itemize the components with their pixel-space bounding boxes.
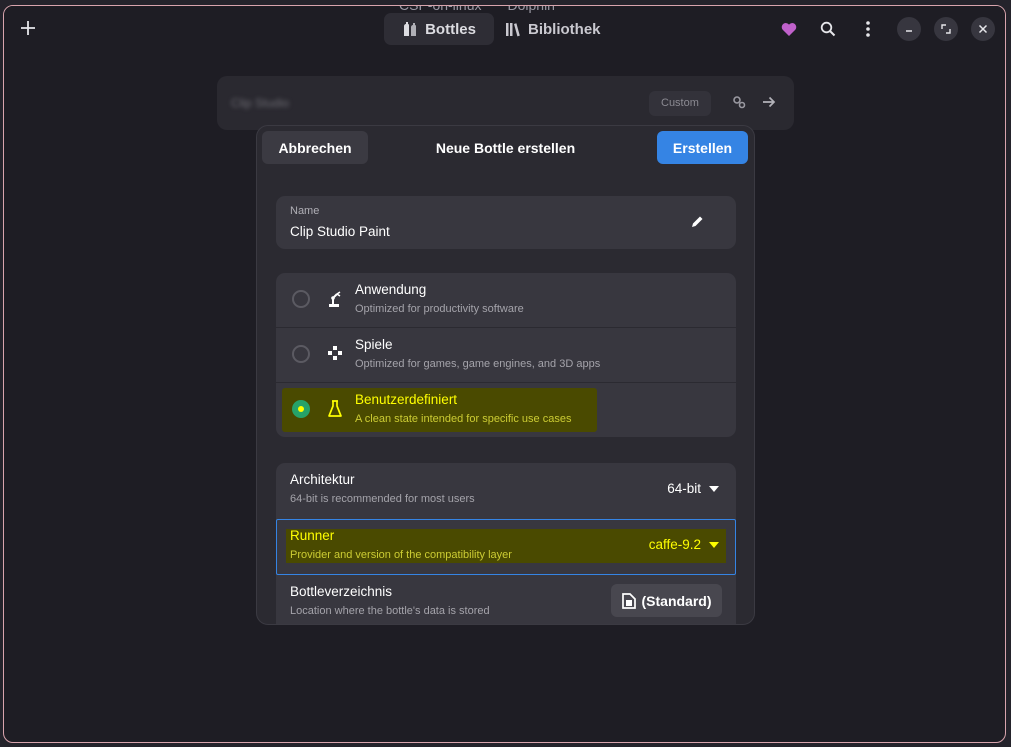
arrow-right-icon [763,96,776,108]
header-bar: CSP-on-linux Dolphin Bottles Bibliothek [4,6,1005,52]
main-menu-button[interactable] [856,17,880,41]
environment-subtitle: Optimized for games, game engines, and 3… [355,358,601,370]
dropdown-arrow-icon [709,485,719,492]
runner-dropdown[interactable]: caffe-9.2 [649,537,719,552]
background-entry-bar: Clip Studio Custom [217,76,794,130]
directory-subtitle: Location where the bottle's data is stor… [290,605,490,617]
directory-title: Bottleverzeichnis [290,584,393,599]
library-icon [506,23,520,37]
directory-button[interactable]: (Standard) [611,584,722,617]
plus-icon [21,21,35,35]
maximize-button[interactable] [934,17,958,41]
folder-document-icon [621,592,636,609]
environment-title: Benutzerdefiniert [355,392,458,407]
background-custom-badge: Custom [649,91,711,116]
heart-icon [781,22,797,36]
environment-list: Anwendung Optimized for productivity sof… [276,273,736,437]
tab-library-label: Bibliothek [528,20,601,38]
gamepad-icon [328,346,342,360]
bottles-icon [404,22,417,36]
close-button[interactable] [971,17,995,41]
environment-subtitle: Optimized for productivity software [355,303,524,315]
view-switcher: Bottles Bibliothek [384,13,612,45]
architecture-row[interactable]: Architektur 64-bit is recommended for mo… [276,463,736,517]
search-button[interactable] [816,17,840,41]
runner-subtitle: Provider and version of the compatibilit… [290,549,512,561]
search-icon [820,21,836,37]
close-icon [978,24,988,34]
donate-button[interactable] [777,17,801,41]
architecture-title: Architektur [290,472,355,487]
environment-option-custom[interactable]: Benutzerdefiniert A clean state intended… [276,382,736,437]
architecture-dropdown[interactable]: 64-bit [667,481,719,496]
background-blurred-text: Clip Studio [231,96,290,110]
minimize-icon [906,30,912,32]
architecture-subtitle: 64-bit is recommended for most users [290,493,475,505]
gears-icon [733,96,746,109]
background-title-left: CSP-on-linux [399,5,482,13]
architecture-value: 64-bit [667,481,701,496]
runner-title: Runner [290,528,335,543]
create-button[interactable]: Erstellen [657,131,748,164]
dropdown-arrow-icon [709,541,719,548]
radio-custom-selected[interactable] [292,400,310,418]
background-title-right: Dolphin [507,5,555,13]
settings-list: Architektur 64-bit is recommended for mo… [276,463,736,624]
robot-arm-icon [329,291,341,307]
environment-title: Spiele [355,337,393,352]
tab-bottles-label: Bottles [425,20,476,38]
app-window: CSP-on-linux Dolphin Bottles Bibliothek [3,5,1006,743]
name-label: Name [290,205,320,217]
radio-application[interactable] [292,290,310,308]
directory-row: Bottleverzeichnis Location where the bot… [276,575,736,624]
maximize-icon [941,24,951,34]
environment-title: Anwendung [355,282,427,297]
environment-option-application[interactable]: Anwendung Optimized for productivity sof… [276,273,736,327]
minimize-button[interactable] [897,17,921,41]
menu-icon [866,21,870,37]
name-entry[interactable]: Name Clip Studio Paint [276,196,736,249]
new-bottle-dialog: Abbrechen Neue Bottle erstellen Erstelle… [256,125,755,625]
flask-icon [328,400,342,417]
environment-option-gaming[interactable]: Spiele Optimized for games, game engines… [276,327,736,382]
name-value[interactable]: Clip Studio Paint [290,224,390,239]
runner-value: caffe-9.2 [648,537,701,552]
background-window-title: CSP-on-linux Dolphin [399,5,581,13]
new-bottle-button[interactable] [14,14,42,42]
runner-row[interactable]: Runner Provider and version of the compa… [276,519,736,575]
radio-gaming[interactable] [292,345,310,363]
tab-library[interactable]: Bibliothek [494,13,612,45]
environment-subtitle: A clean state intended for specific use … [355,413,572,425]
tab-bottles[interactable]: Bottles [384,13,494,45]
pencil-icon[interactable] [690,215,704,229]
directory-button-label: (Standard) [641,592,712,609]
